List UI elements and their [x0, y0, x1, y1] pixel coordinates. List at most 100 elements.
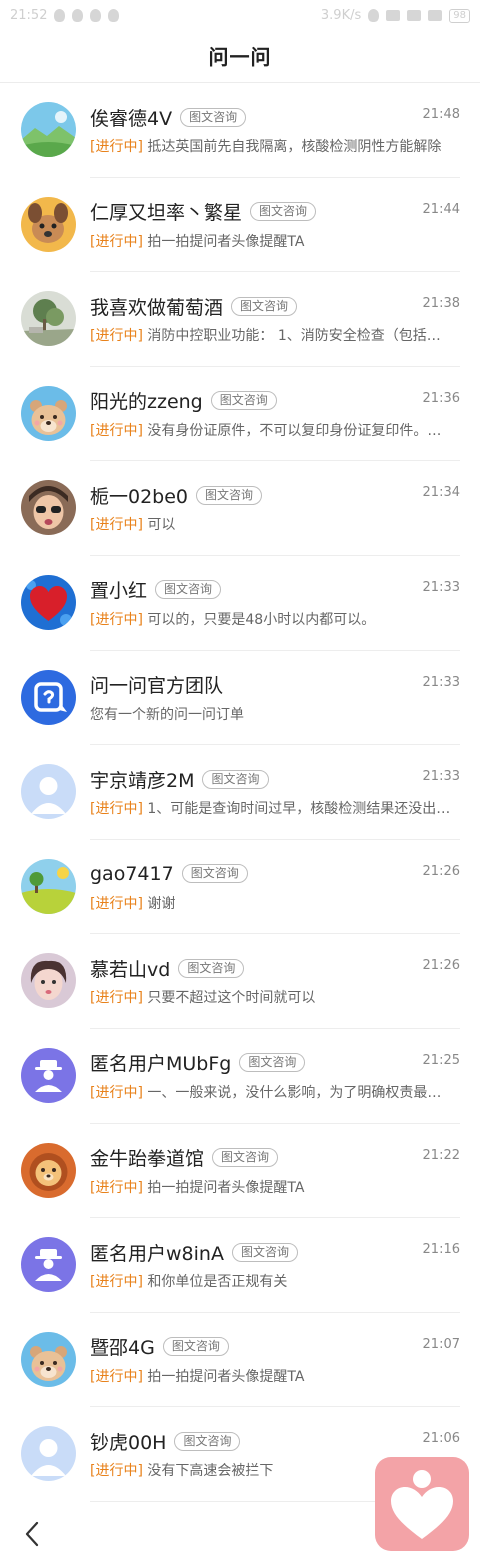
- chevron-left-icon: [25, 1521, 39, 1547]
- name-line: 我喜欢做葡萄酒 图文咨询: [90, 293, 460, 319]
- list-item[interactable]: 匿名用户w8inA 图文咨询 21:16 [进行中] 和你单位是否正规有关: [0, 1218, 480, 1313]
- notification-icon: [54, 9, 66, 22]
- status-time: 21:52: [10, 8, 48, 23]
- message-text: 只要不超过这个时间就可以: [147, 990, 316, 1007]
- consult-type-badge: 图文咨询: [155, 580, 222, 600]
- name-line: 钞虎00H 图文咨询: [90, 1428, 460, 1454]
- name-line: 俟睿德4V 图文咨询: [90, 104, 460, 130]
- list-item[interactable]: 置小红 图文咨询 21:33 [进行中] 可以的，只要是48小时以内都可以。: [0, 556, 480, 651]
- timestamp: 21:44: [422, 201, 460, 217]
- user-name: 置小红: [90, 580, 148, 603]
- name-line: 置小红 图文咨询: [90, 577, 460, 603]
- consult-type-badge: 图文咨询: [196, 485, 263, 505]
- list-item[interactable]: 栀一02be0 图文咨询 21:34 [进行中] 可以: [0, 461, 480, 556]
- default-user-avatar[interactable]: [21, 1426, 76, 1482]
- consult-type-badge: 图文咨询: [202, 769, 269, 789]
- bear-avatar[interactable]: [21, 385, 76, 441]
- message-preview: [进行中] 可以的，只要是48小时以内都可以。: [90, 609, 458, 629]
- timestamp: 21:33: [422, 674, 460, 690]
- message-text: 谢谢: [147, 895, 176, 912]
- garden-avatar[interactable]: [21, 291, 76, 347]
- timestamp: 21:48: [422, 107, 460, 122]
- message-preview: [进行中] 消防中控职业功能： 1、消防安全检查（包括…: [90, 325, 458, 345]
- back-button[interactable]: [18, 1516, 48, 1552]
- status-label: [进行中]: [90, 233, 143, 250]
- child-avatar[interactable]: [21, 480, 76, 536]
- status-label: [进行中]: [90, 895, 143, 912]
- message-preview: [进行中] 和你单位是否正规有关: [90, 1271, 458, 1291]
- list-item[interactable]: 慕若山vd 图文咨询 21:26 [进行中] 只要不超过这个时间就可以: [0, 934, 480, 1029]
- consult-type-badge: 图文咨询: [162, 1337, 229, 1357]
- message-preview: [进行中] 抵达英国前先自我隔离，核酸检测阴性方能解除: [90, 136, 458, 156]
- timestamp: 21:38: [422, 296, 460, 312]
- message-preview: [进行中] 谢谢: [90, 893, 458, 913]
- message-text: 没有下高速会被拦下: [147, 1463, 274, 1480]
- consult-type-badge: 图文咨询: [210, 391, 277, 411]
- timestamp: 21:33: [422, 769, 460, 785]
- user-name: 阳光的zzeng: [90, 391, 203, 414]
- list-item[interactable]: 问一问官方团队 21:33 您有一个新的问一问订单: [0, 651, 480, 746]
- message-preview: [进行中] 拍一拍提问者头像提醒TA: [90, 1177, 458, 1197]
- user-name: 匿名用户w8inA: [90, 1242, 224, 1265]
- user-name: gao7417: [90, 862, 174, 885]
- timestamp: 21:25: [422, 1052, 460, 1068]
- anonymous-avatar[interactable]: [21, 1237, 76, 1293]
- header: 问一问: [0, 32, 480, 83]
- message-text: 消防中控职业功能： 1、消防安全检查（包括…: [147, 328, 441, 345]
- lion-avatar[interactable]: [21, 1142, 76, 1198]
- user-name: 钞虎00H: [90, 1431, 167, 1454]
- status-label: [进行中]: [90, 139, 143, 155]
- list-item[interactable]: 仁厚又坦率丶繁星 图文咨询 21:44 [进行中] 拍一拍提问者头像提醒TA: [0, 178, 480, 273]
- user-name: 暨邵4G: [90, 1337, 155, 1360]
- list-item[interactable]: 宇京靖彦2M 图文咨询 21:33 [进行中] 1、可能是查询时间过早，核酸检测结果还…: [0, 745, 480, 840]
- name-line: 暨邵4G 图文咨询: [90, 1334, 460, 1360]
- status-label: [进行中]: [90, 1463, 143, 1480]
- girl-avatar[interactable]: [21, 953, 76, 1009]
- message-text: 可以: [147, 517, 176, 534]
- name-line: 匿名用户MUbFg 图文咨询: [90, 1050, 460, 1076]
- dog-avatar[interactable]: [21, 196, 76, 252]
- heart-avatar[interactable]: [21, 574, 76, 630]
- float-heart-button[interactable]: [375, 1457, 469, 1551]
- consult-type-badge: 图文咨询: [212, 1148, 279, 1168]
- name-line: 阳光的zzeng 图文咨询: [90, 388, 460, 414]
- default-user-avatar[interactable]: [21, 764, 76, 820]
- user-name: 慕若山vd: [90, 958, 171, 981]
- user-name: 问一问官方团队: [90, 675, 224, 698]
- user-name: 匿名用户MUbFg: [90, 1053, 232, 1076]
- list-item[interactable]: 暨邵4G 图文咨询 21:07 [进行中] 拍一拍提问者头像提醒TA: [0, 1313, 480, 1408]
- status-label: [进行中]: [90, 1179, 143, 1196]
- message-text: 1、可能是查询时间过早，核酸检测结果还没出…: [147, 801, 451, 818]
- alarm-icon: [368, 9, 380, 22]
- notification-icon: [90, 9, 102, 22]
- notification-icon: [72, 9, 84, 22]
- status-label: [进行中]: [90, 1274, 143, 1291]
- list-item[interactable]: 匿名用户MUbFg 图文咨询 21:25 [进行中] 一、一般来说，没什么影响，为了明…: [0, 1029, 480, 1124]
- message-text: 没有身份证原件，不可以复印身份证复印件。…: [147, 422, 442, 439]
- status-label: [进行中]: [90, 611, 143, 628]
- list-item[interactable]: 我喜欢做葡萄酒 图文咨询 21:38 [进行中] 消防中控职业功能： 1、消防安全检查…: [0, 272, 480, 367]
- name-line: 金牛跆拳道馆 图文咨询: [90, 1145, 460, 1171]
- message-preview: [进行中] 1、可能是查询时间过早，核酸检测结果还没出…: [90, 798, 458, 818]
- user-name: 仁厚又坦率丶繁星: [90, 202, 243, 225]
- user-name: 俟睿德4V: [90, 107, 173, 130]
- list-item[interactable]: 金牛跆拳道馆 图文咨询 21:22 [进行中] 拍一拍提问者头像提醒TA: [0, 1124, 480, 1219]
- timestamp: 21:07: [422, 1336, 460, 1352]
- message-text: 一、一般来说，没什么影响，为了明确权责最…: [147, 1084, 442, 1101]
- message-preview: 您有一个新的问一问订单: [90, 704, 458, 724]
- battery-icon: 98: [449, 8, 470, 23]
- list-item[interactable]: 俟睿德4V 图文咨询 21:48 [进行中] 抵达英国前先自我隔离，核酸检测阴性方能解…: [0, 83, 480, 178]
- list-item[interactable]: 阳光的zzeng 图文咨询 21:36 [进行中] 没有身份证原件，不可以复印身份证复…: [0, 367, 480, 462]
- list-item[interactable]: gao7417 图文咨询 21:26 [进行中] 谢谢: [0, 840, 480, 935]
- name-line: 仁厚又坦率丶繁星 图文咨询: [90, 199, 460, 225]
- official-avatar[interactable]: [21, 669, 76, 725]
- timestamp: 21:33: [422, 579, 460, 595]
- bear-avatar[interactable]: [21, 1331, 76, 1387]
- message-preview: [进行中] 只要不超过这个时间就可以: [90, 987, 458, 1007]
- message-text: 抵达英国前先自我隔离，核酸检测阴性方能解除: [147, 139, 442, 155]
- consult-type-badge: 图文咨询: [231, 296, 298, 316]
- anonymous-avatar[interactable]: [21, 1047, 76, 1103]
- landscape-avatar[interactable]: [21, 102, 76, 157]
- field-avatar[interactable]: [21, 858, 76, 914]
- timestamp: 21:16: [422, 1242, 460, 1258]
